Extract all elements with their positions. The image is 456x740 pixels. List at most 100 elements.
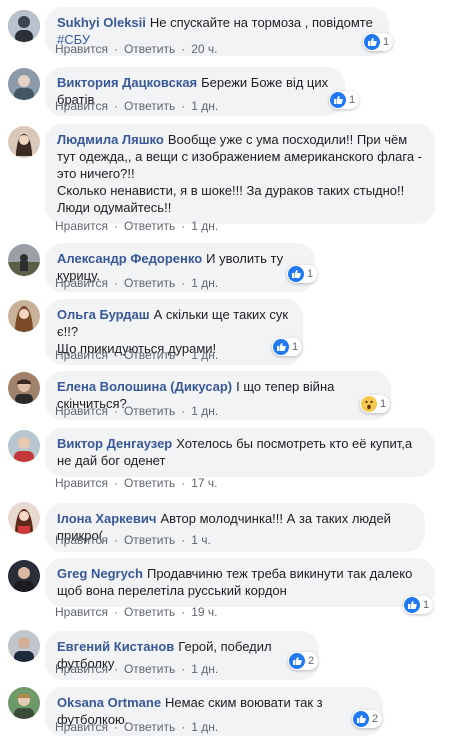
reaction-badge[interactable]: 1 — [329, 91, 360, 109]
like-link[interactable]: Нравится — [55, 276, 108, 290]
separator: · — [113, 533, 118, 547]
like-icon — [289, 653, 305, 669]
comment-actions: Нравится · Ответить · 1 дн. — [55, 404, 218, 418]
comment-actions: Нравится · Ответить · 1 дн. — [55, 276, 218, 290]
reply-link[interactable]: Ответить — [124, 533, 175, 547]
comment-actions: Нравится · Ответить · 1 дн. — [55, 219, 218, 233]
reply-link[interactable]: Ответить — [124, 476, 175, 490]
separator: · — [113, 99, 118, 113]
timestamp[interactable]: 19 ч. — [191, 605, 217, 619]
reply-link[interactable]: Ответить — [124, 662, 175, 676]
timestamp[interactable]: 1 дн. — [191, 276, 218, 290]
reaction-badge[interactable]: 1 — [360, 395, 391, 413]
comment-author[interactable]: Greg Negrych — [57, 566, 143, 581]
like-link[interactable]: Нравится — [55, 476, 108, 490]
reaction-count: 1 — [383, 36, 390, 48]
timestamp[interactable]: 1 дн. — [191, 662, 218, 676]
comment-author[interactable]: Людмила Ляшко — [57, 132, 164, 147]
reaction-count: 2 — [372, 713, 379, 725]
reply-link[interactable]: Ответить — [124, 348, 175, 362]
avatar[interactable] — [8, 560, 40, 592]
avatar[interactable] — [8, 10, 40, 42]
timestamp[interactable]: 20 ч. — [191, 42, 217, 56]
comment-text: Не спускайте на тормоза , повідомте — [149, 15, 373, 30]
separator: · — [113, 42, 118, 56]
comment-actions: Нравится · Ответить · 1 дн. — [55, 662, 218, 676]
avatar[interactable] — [8, 372, 40, 404]
comment-author[interactable]: Ольга Бурдаш — [57, 307, 150, 322]
like-link[interactable]: Нравится — [55, 605, 108, 619]
like-link[interactable]: Нравится — [55, 662, 108, 676]
reply-link[interactable]: Ответить — [124, 404, 175, 418]
like-icon — [353, 711, 369, 727]
reaction-badge[interactable]: 2 — [352, 710, 383, 728]
separator: · — [113, 276, 118, 290]
timestamp[interactable]: 1 дн. — [191, 99, 218, 113]
separator: · — [113, 720, 118, 734]
like-link[interactable]: Нравится — [55, 219, 108, 233]
timestamp[interactable]: 1 дн. — [191, 219, 218, 233]
avatar[interactable] — [8, 687, 40, 719]
comment-bubble: Greg Negrych Продавчиню теж треба викинут… — [45, 558, 435, 607]
separator: · — [113, 348, 118, 362]
timestamp[interactable]: 1 ч. — [191, 533, 211, 547]
like-link[interactable]: Нравится — [55, 99, 108, 113]
avatar[interactable] — [8, 300, 40, 332]
comment-author[interactable]: Елена Волошина (Дикусар) — [57, 379, 232, 394]
comment-actions: Нравится · Ответить · 1 дн. — [55, 348, 218, 362]
reaction-badge[interactable]: 1 — [287, 265, 318, 283]
separator: · — [181, 276, 186, 290]
comment-author[interactable]: Ілона Харкевич — [57, 511, 156, 526]
avatar[interactable] — [8, 68, 40, 100]
separator: · — [181, 605, 186, 619]
comment-author[interactable]: Виктор Денгаузер — [57, 436, 172, 451]
reply-link[interactable]: Ответить — [124, 720, 175, 734]
reply-link[interactable]: Ответить — [124, 42, 175, 56]
comment-author[interactable]: Евгений Кистанов — [57, 639, 174, 654]
comment-author[interactable]: Oksana Ortmane — [57, 695, 161, 710]
like-icon — [330, 92, 346, 108]
separator: · — [113, 662, 118, 676]
reaction-count: 1 — [292, 341, 299, 353]
comment-actions: Нравится · Ответить · 1 дн. — [55, 99, 218, 113]
comment-actions: Нравится · Ответить · 1 ч. — [55, 533, 211, 547]
reaction-count: 1 — [349, 94, 356, 106]
avatar[interactable] — [8, 244, 40, 276]
avatar[interactable] — [8, 502, 40, 534]
reaction-badge[interactable]: 1 — [363, 33, 394, 51]
comment-actions: Нравится · Ответить · 1 дн. — [55, 720, 218, 734]
separator: · — [181, 348, 186, 362]
timestamp[interactable]: 1 дн. — [191, 348, 218, 362]
separator: · — [113, 404, 118, 418]
like-icon — [288, 266, 304, 282]
reaction-count: 1 — [307, 268, 314, 280]
avatar[interactable] — [8, 430, 40, 462]
timestamp[interactable]: 1 дн. — [191, 720, 218, 734]
separator: · — [113, 605, 118, 619]
like-link[interactable]: Нравится — [55, 404, 108, 418]
like-link[interactable]: Нравится — [55, 720, 108, 734]
separator: · — [181, 99, 186, 113]
comment-actions: Нравится · Ответить · 20 ч. — [55, 42, 218, 56]
reaction-badge[interactable]: 1 — [272, 338, 303, 356]
reply-link[interactable]: Ответить — [124, 99, 175, 113]
reply-link[interactable]: Ответить — [124, 605, 175, 619]
reply-link[interactable]: Ответить — [124, 276, 175, 290]
reaction-badge[interactable]: 2 — [288, 652, 319, 670]
wow-icon — [361, 396, 377, 412]
like-link[interactable]: Нравится — [55, 533, 108, 547]
comment-author[interactable]: Sukhyi Oleksii — [57, 15, 146, 30]
separator: · — [181, 476, 186, 490]
like-link[interactable]: Нравится — [55, 42, 108, 56]
reaction-badge[interactable]: 1 — [403, 596, 434, 614]
like-link[interactable]: Нравится — [55, 348, 108, 362]
separator: · — [113, 476, 118, 490]
separator: · — [181, 533, 186, 547]
avatar[interactable] — [8, 126, 40, 158]
timestamp[interactable]: 17 ч. — [191, 476, 217, 490]
reply-link[interactable]: Ответить — [124, 219, 175, 233]
avatar[interactable] — [8, 630, 40, 662]
timestamp[interactable]: 1 дн. — [191, 404, 218, 418]
comment-author[interactable]: Александр Федоренко — [57, 251, 202, 266]
comment-author[interactable]: Виктория Дацковская — [57, 75, 197, 90]
